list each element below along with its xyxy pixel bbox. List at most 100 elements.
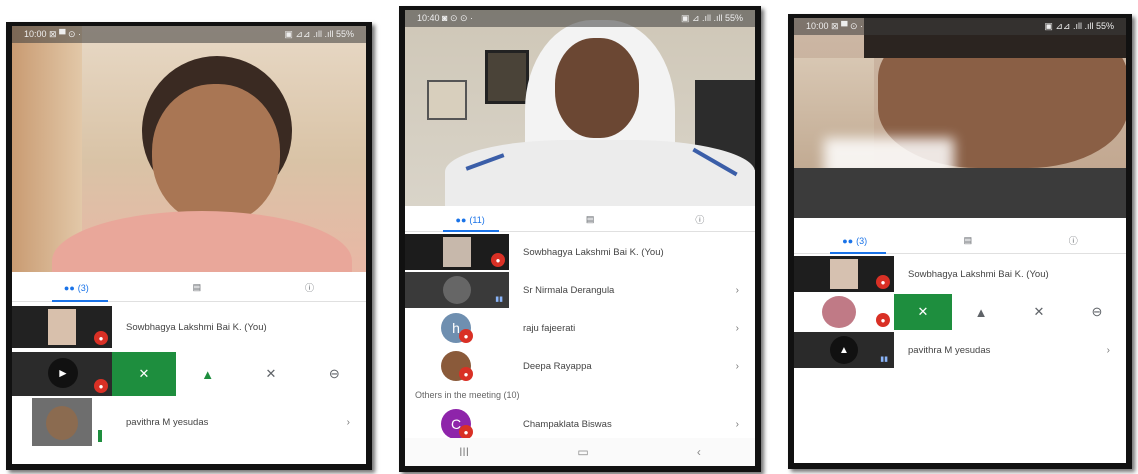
info-icon: ⓘ: [305, 283, 315, 293]
status-icons: ▣ ⊿⊿ .ıll .ıll 55%: [1044, 21, 1114, 31]
mic-off-icon: ✕: [265, 366, 277, 381]
phone-screenshot-1: 10:00 ⊠ ▀ ⊙ · ▣ ⊿⊿ .ıll .ıll 55% ●● (3) …: [6, 22, 372, 470]
section-label: Others in the meeting (10): [415, 390, 520, 400]
tab-bar: ●● (3) ▤ ⓘ: [12, 274, 366, 302]
phone-screenshot-2: 10:40 ◙ ⊙ ⊙ · ▣ ⊿ .ıll .ıll 55% ●● (11) …: [399, 6, 761, 472]
tab-chat[interactable]: ▤: [586, 214, 595, 225]
participant-row[interactable]: ● Sowbhagya Lakshmi Bai K. (You): [12, 306, 366, 348]
close-icon: ✕: [138, 366, 150, 381]
participant-thumbnail: C ●: [405, 406, 509, 442]
participant-thumbnail: ▲ ▮▮: [794, 332, 894, 368]
participant-thumbnail: ●: [405, 348, 509, 384]
tab-info[interactable]: ⓘ: [695, 213, 704, 226]
tab-indicator: [830, 252, 886, 254]
status-time: 10:00 ⊠ ▀ ⊙ ·: [806, 21, 863, 31]
participant-name: raju fajeerati: [523, 322, 576, 334]
participant-thumbnail: [12, 398, 112, 446]
main-video[interactable]: [405, 10, 755, 206]
recent-apps-button[interactable]: III: [459, 445, 469, 459]
participant-row[interactable]: h ● raju fajeerati ›: [405, 310, 755, 346]
tab-info[interactable]: ⓘ: [305, 281, 314, 294]
participant-name: Sowbhagya Lakshmi Bai K. (You): [126, 321, 267, 333]
participant-name: pavithra M yesudas: [908, 344, 991, 356]
remove-button[interactable]: ⊖: [303, 352, 366, 396]
close-button[interactable]: ✕: [112, 352, 176, 396]
back-button[interactable]: ‹: [697, 445, 701, 459]
participant-action-bar: ● ✕ ▲ ✕ ⊖: [794, 294, 1126, 330]
android-nav-bar: III ▭ ‹: [405, 438, 755, 466]
muted-icon: ●: [459, 425, 473, 439]
participant-row[interactable]: ● Sowbhagya Lakshmi Bai K. (You): [405, 234, 755, 270]
participant-row[interactable]: pavithra M yesudas ›: [12, 398, 366, 446]
mute-button[interactable]: ✕: [1010, 294, 1068, 330]
tab-people[interactable]: ●● (3): [52, 282, 108, 302]
participant-row[interactable]: ● Sowbhagya Lakshmi Bai K. (You): [794, 256, 1126, 292]
people-icon: ●●: [842, 235, 854, 246]
pin-icon: ▲: [201, 366, 215, 382]
participant-thumbnail: ●: [794, 256, 894, 292]
minus-circle-icon: ⊖: [1091, 304, 1103, 319]
pin-button[interactable]: ▲: [952, 294, 1010, 330]
chevron-right-icon: ›: [735, 322, 739, 334]
muted-icon: ●: [459, 367, 473, 381]
status-time: 10:00 ⊠ ▀ ⊙ ·: [24, 29, 81, 39]
main-video[interactable]: [12, 26, 366, 272]
participant-row[interactable]: C ● Champaklata Biswas ›: [405, 406, 755, 442]
participant-name: Deepa Rayappa: [523, 360, 592, 372]
participant-name: Champaklata Biswas: [523, 418, 612, 430]
remove-button[interactable]: ⊖: [1068, 294, 1126, 330]
participant-thumbnail: ●: [405, 234, 509, 270]
participant-name: Sowbhagya Lakshmi Bai K. (You): [523, 246, 664, 258]
people-count: (3): [856, 235, 868, 246]
people-count: (11): [469, 214, 485, 225]
chat-icon: ▤: [585, 214, 595, 224]
status-icons: ▣ ⊿ .ıll .ıll 55%: [680, 13, 743, 23]
minus-circle-icon: ⊖: [328, 366, 340, 381]
close-button[interactable]: ✕: [894, 294, 952, 330]
people-icon: ●●: [63, 282, 75, 293]
tab-bar: ●● (3) ▤ ⓘ: [794, 228, 1126, 254]
status-bar: 10:40 ◙ ⊙ ⊙ · ▣ ⊿ .ıll .ıll 55%: [405, 10, 755, 27]
pin-button[interactable]: ▲: [176, 352, 239, 396]
pin-icon: ▲: [974, 304, 988, 320]
participant-name: Sr Nirmala Derangula: [523, 284, 615, 296]
chat-icon: ▤: [192, 282, 202, 292]
participant-row[interactable]: ▮▮ Sr Nirmala Derangula ›: [405, 272, 755, 308]
chevron-right-icon: ›: [735, 360, 739, 372]
tab-bar: ●● (11) ▤ ⓘ: [405, 208, 755, 232]
chevron-right-icon: ›: [735, 284, 739, 296]
participant-name: pavithra M yesudas: [126, 416, 209, 428]
tab-people[interactable]: ●● (3): [830, 235, 886, 254]
mute-button[interactable]: ✕: [239, 352, 302, 396]
chevron-right-icon: ›: [735, 418, 739, 430]
mic-off-icon: ✕: [1033, 304, 1045, 319]
participant-row[interactable]: ▲ ▮▮ pavithra M yesudas ›: [794, 332, 1126, 368]
participant-thumbnail: h ●: [405, 310, 509, 346]
muted-icon: ●: [876, 313, 890, 327]
tab-chat[interactable]: ▤: [964, 235, 973, 246]
chevron-right-icon: ›: [346, 416, 350, 428]
people-count: (3): [77, 282, 89, 293]
participant-thumbnail: ●: [12, 306, 112, 348]
participant-thumbnail: ●: [794, 294, 894, 330]
main-video[interactable]: [794, 18, 1126, 218]
home-button[interactable]: ▭: [577, 445, 588, 459]
status-bar: 10:00 ⊠ ▀ ⊙ · ▣ ⊿⊿ .ıll .ıll 55%: [794, 18, 1126, 35]
muted-icon: ●: [876, 275, 890, 289]
participant-row[interactable]: ● Deepa Rayappa ›: [405, 348, 755, 384]
muted-icon: ●: [94, 379, 108, 393]
tab-people[interactable]: ●● (11): [443, 214, 499, 232]
participant-action-bar: ► ● ✕ ▲ ✕ ⊖: [12, 352, 366, 396]
close-icon: ✕: [917, 304, 929, 319]
muted-icon: ●: [459, 329, 473, 343]
tab-indicator: [52, 300, 108, 302]
people-icon: ●●: [455, 214, 467, 225]
status-bar: 10:00 ⊠ ▀ ⊙ · ▣ ⊿⊿ .ıll .ıll 55%: [12, 26, 366, 43]
info-icon: ⓘ: [695, 215, 705, 225]
tab-info[interactable]: ⓘ: [1069, 234, 1078, 247]
tab-chat[interactable]: ▤: [193, 282, 202, 293]
status-time: 10:40 ◙ ⊙ ⊙ ·: [417, 13, 474, 23]
participant-name: Sowbhagya Lakshmi Bai K. (You): [908, 268, 1049, 280]
status-icons: ▣ ⊿⊿ .ıll .ıll 55%: [284, 29, 354, 39]
muted-icon: ●: [94, 331, 108, 345]
